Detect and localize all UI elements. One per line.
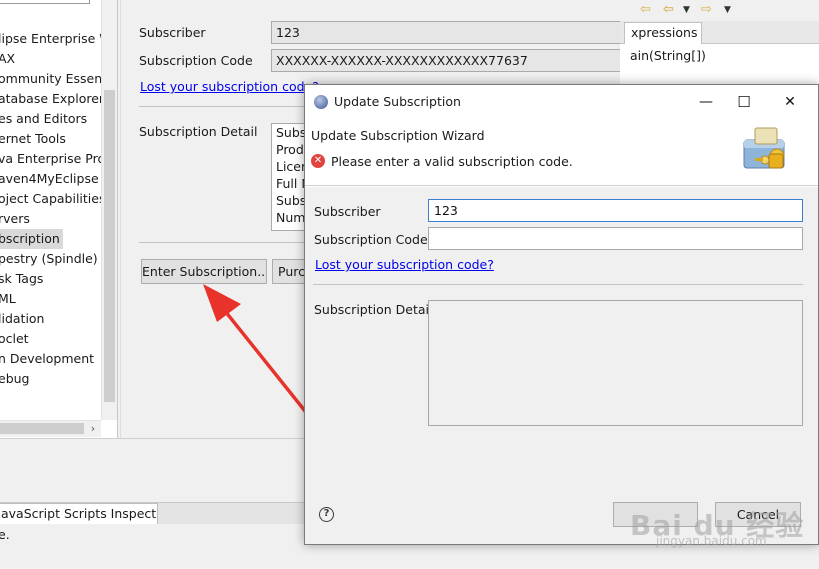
back-arrow-icon[interactable]: ⇦ <box>640 2 651 17</box>
tree-item[interactable]: es and Editors <box>0 109 87 129</box>
tab-expressions[interactable]: xpressions <box>624 22 702 44</box>
dropdown-icon[interactable]: ▼ <box>683 5 690 15</box>
separator <box>313 284 803 285</box>
subscription-detail-label: Subscription Detail <box>314 302 433 317</box>
subscription-detail-label: Subscription Detail <box>139 124 258 139</box>
minimize-icon[interactable]: — <box>692 91 720 113</box>
tree-item[interactable]: pestry (Spindle) <box>0 249 98 269</box>
view-toolbar: ⇦ ⇦ ▼ ⇨ ▼ <box>633 0 819 20</box>
scroll-right-icon[interactable]: › <box>86 420 100 437</box>
tree-item-subscription[interactable]: bscription <box>0 229 63 249</box>
update-subscription-dialog: Update Subscription — ☐ ✕ Update Subscri… <box>304 84 819 545</box>
subscriber-label: Subscriber <box>139 25 206 40</box>
tree-item[interactable]: n Development <box>0 349 94 369</box>
subscription-code-field: XXXXXX-XXXXXX-XXXXXXXXXXXX77637 <box>271 49 623 72</box>
tree-item[interactable]: rvers <box>0 209 30 229</box>
lost-code-link-text[interactable]: Lost your subscription code? <box>140 79 319 94</box>
tree-item[interactable]: ebug <box>0 369 29 389</box>
eclipse-app-icon <box>314 95 328 109</box>
subscription-code-label: Subscription Code <box>314 232 428 247</box>
tree-item[interactable]: lipse Enterprise W <box>0 29 112 49</box>
forward-nav-icon[interactable]: ⇨ <box>701 2 712 17</box>
tree-filter-input[interactable] <box>0 0 90 4</box>
tree-horizontal-scroll-thumb[interactable] <box>0 423 84 434</box>
tree-item[interactable]: ML <box>0 289 16 309</box>
subscription-code-input[interactable] <box>428 227 803 250</box>
dialog-footer: ? Cancel <box>305 487 818 544</box>
cancel-button[interactable]: Cancel <box>715 502 801 527</box>
subscription-code-label: Subscription Code <box>139 53 253 68</box>
tree-item[interactable]: va Enterprise Proj <box>0 149 109 169</box>
tree-vertical-scroll-thumb[interactable] <box>104 90 115 402</box>
expression-entry[interactable]: ain(String[]) <box>630 48 706 63</box>
tree-item[interactable]: sk Tags <box>0 269 43 289</box>
tree-item[interactable]: oclet <box>0 329 29 349</box>
tab-javascript-scripts-inspector[interactable]: avaScript Scripts Inspector <box>0 503 158 524</box>
dialog-title-bar[interactable]: Update Subscription — ☐ ✕ <box>305 85 818 118</box>
subscriber-input[interactable] <box>428 199 803 222</box>
close-icon[interactable]: ✕ <box>776 91 804 113</box>
lost-code-link: Lost your subscription code? <box>140 79 319 94</box>
status-text: e. <box>0 527 10 542</box>
lost-code-link-text[interactable]: Lost your subscription code? <box>315 257 494 272</box>
tree-item[interactable]: AX <box>0 49 15 69</box>
lost-code-link: Lost your subscription code? <box>315 257 494 272</box>
wizard-body: Subscriber Subscription Code Lost your s… <box>305 187 818 487</box>
subscription-detail-box <box>428 300 803 426</box>
finish-button[interactable] <box>613 502 698 527</box>
wizard-title: Update Subscription Wizard <box>311 128 485 143</box>
back-nav-icon[interactable]: ⇦ <box>663 2 674 17</box>
preferences-tree: lipse Enterprise W AX ommunity Essentia … <box>0 0 118 438</box>
tree-item[interactable]: ernet Tools <box>0 129 66 149</box>
tree-item[interactable]: oject Capabilities <box>0 189 105 209</box>
dialog-title: Update Subscription <box>334 94 461 109</box>
enter-subscription-button[interactable]: Enter Subscription... <box>141 259 267 284</box>
dropdown-icon[interactable]: ▼ <box>724 5 731 15</box>
tree-item[interactable]: aven4MyEclipse <box>0 169 99 189</box>
help-icon[interactable]: ? <box>319 507 334 522</box>
error-icon: ✕ <box>311 154 325 168</box>
tree-item[interactable]: lidation <box>0 309 44 329</box>
error-message: Please enter a valid subscription code. <box>331 154 573 169</box>
tree-item[interactable]: atabase Explorer <box>0 89 104 109</box>
wizard-header: Update Subscription Wizard ✕ Please ente… <box>305 118 818 186</box>
subscriber-field: 123 <box>271 21 623 44</box>
subscriber-label: Subscriber <box>314 204 381 219</box>
subscription-key-icon <box>743 127 785 169</box>
maximize-icon[interactable]: ☐ <box>730 91 758 113</box>
